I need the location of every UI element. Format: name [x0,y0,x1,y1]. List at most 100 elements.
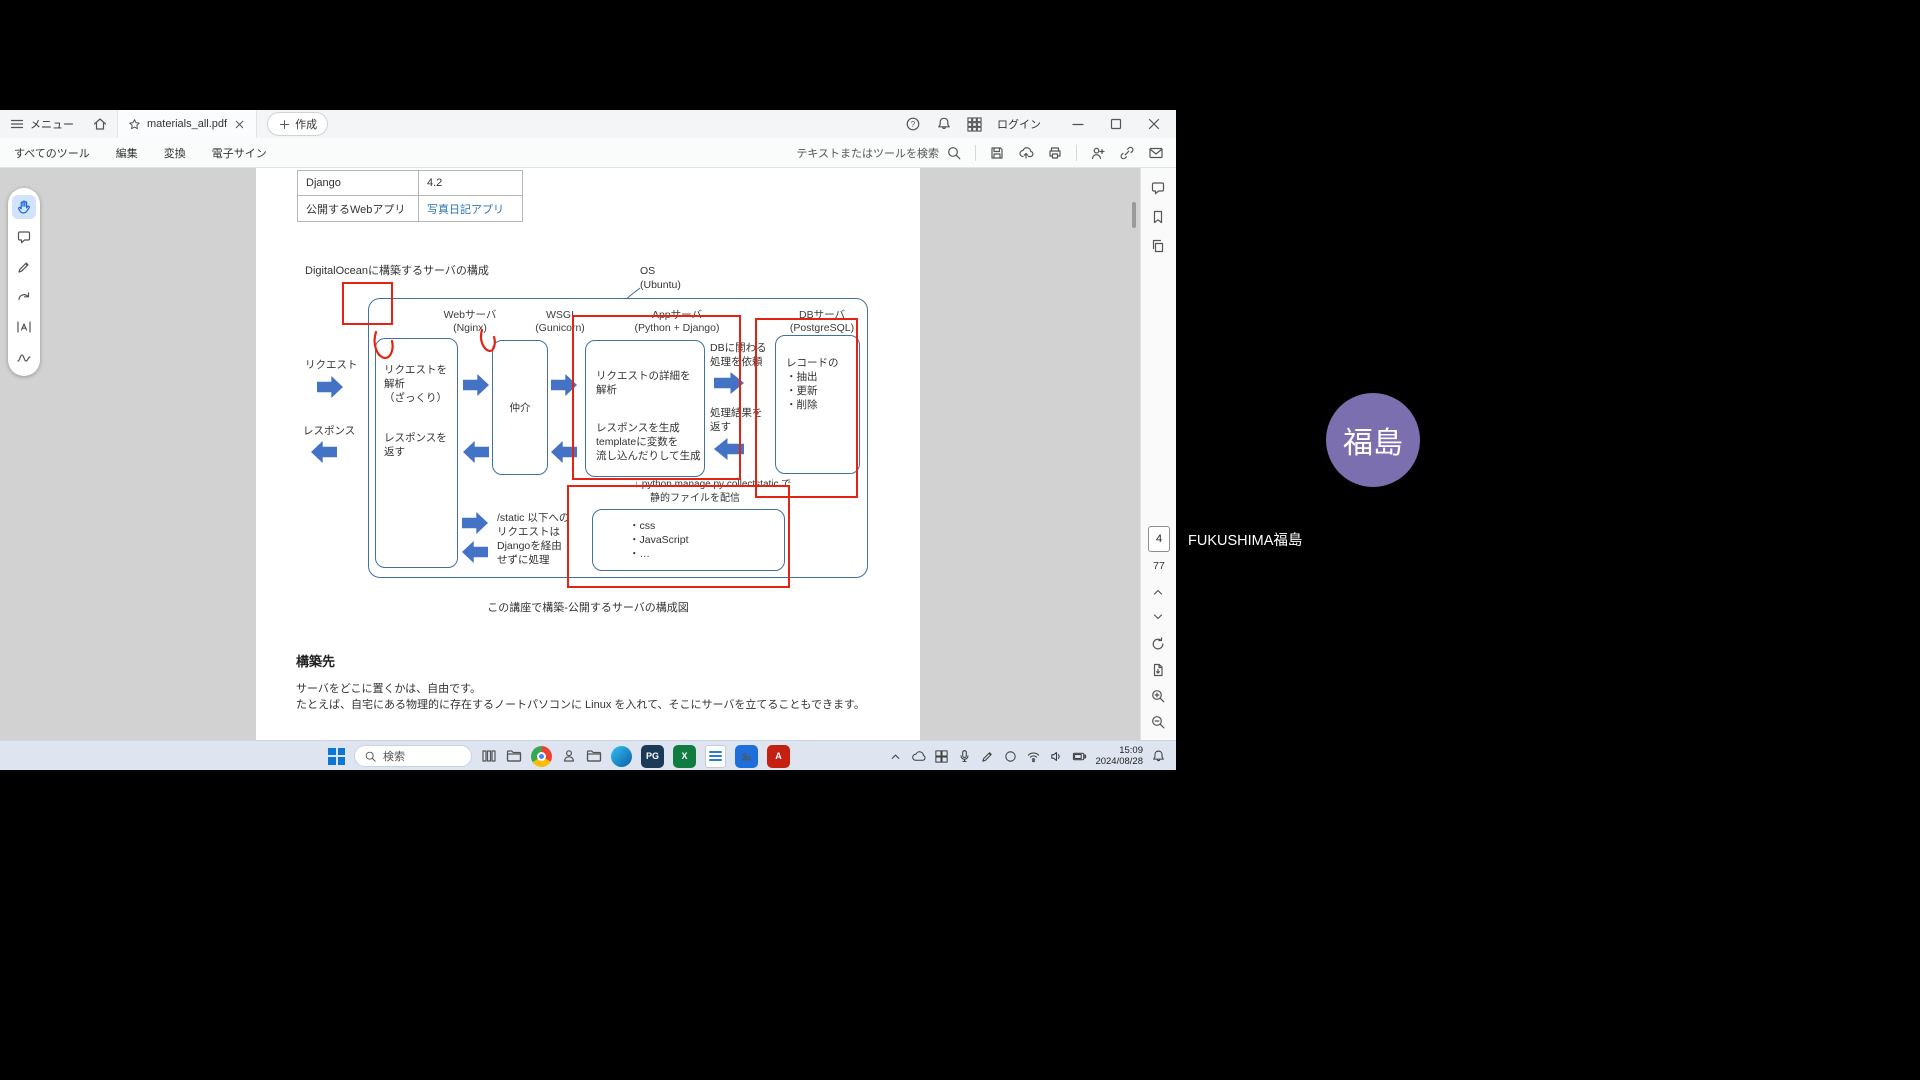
email-icon[interactable] [1148,145,1164,161]
volume-icon[interactable] [1049,749,1064,764]
plus-icon [278,118,291,131]
pgadmin-label: PG [646,751,659,761]
nginx-response-text: レスポンスを 返す [384,431,447,459]
close-window-icon[interactable] [1146,116,1162,132]
body-paragraph: サーバをどこに置くかは、自由です。 [296,680,481,696]
home-icon [92,116,108,132]
comments-panel-icon[interactable] [1150,180,1166,196]
tray-chevron-up-icon[interactable] [888,749,903,764]
table-cell-value: 4.2 [419,177,522,189]
start-button[interactable] [328,748,345,765]
highlight-tool-button[interactable] [12,255,36,279]
print-icon[interactable] [1047,145,1063,161]
windows-taskbar: 検索 PG X A 15:0 [0,740,1176,770]
comment-tool-button[interactable] [12,225,36,249]
zoom-in-icon[interactable] [1150,688,1166,704]
diagram-intro-label: DigitalOceanに構築するサーバの構成 [305,262,489,278]
sign-tool-button[interactable] [12,345,36,369]
toolbar-menus: すべてのツール 編集 変換 電子サイン [0,145,267,161]
next-page-icon[interactable] [1150,609,1166,625]
toolbar-search[interactable]: テキストまたはツールを検索 [796,145,962,161]
red-annotation-rect [755,318,858,498]
taskbar-search-label: 検索 [383,748,405,764]
pen-icon [16,259,32,275]
photo-diary-link[interactable]: 写真日記アプリ [419,201,522,217]
text-select-icon [16,319,32,335]
export-page-icon[interactable] [1150,662,1166,678]
wifi-icon[interactable] [1026,749,1041,764]
red-annotation-rect [567,485,790,588]
text-select-tool-button[interactable] [12,315,36,339]
draw-tool-button[interactable] [12,285,36,309]
link-icon[interactable] [1119,145,1135,161]
minimize-icon[interactable] [1070,116,1086,132]
pen-input-icon[interactable] [980,749,995,764]
status-dot-icon[interactable] [1003,749,1018,764]
notifications-bell-icon[interactable] [936,116,952,132]
microphone-icon[interactable] [957,749,972,764]
menu-button[interactable]: メニュー [0,110,83,138]
acrobat-icon[interactable]: A [767,745,790,768]
menu-esign[interactable]: 電子サイン [212,145,267,161]
add-user-icon[interactable] [1090,145,1106,161]
comment-icon [16,229,32,245]
clock-date: 2024/08/28 [1095,756,1143,767]
apps-grid-icon[interactable] [967,117,982,132]
taskbar-search[interactable]: 検索 [354,745,472,767]
menu-all-tools[interactable]: すべてのツール [14,145,90,161]
divider [1076,145,1077,161]
search-icon [364,750,377,763]
search-icon [946,145,962,161]
page-total-label: 77 [1141,560,1176,572]
notification-center-icon[interactable] [1151,749,1166,764]
battery-icon[interactable] [1072,749,1087,764]
document-app-icon[interactable] [705,745,726,768]
bookmarks-panel-icon[interactable] [1150,209,1166,225]
rotate-refresh-icon[interactable] [1150,636,1166,652]
page-number-input[interactable]: 4 [1148,526,1170,552]
home-button[interactable] [83,110,117,138]
acrobat-titlebar: メニュー materials_all.pdf 作成 ? ログイン [0,110,1176,138]
create-button[interactable]: 作成 [267,112,328,136]
file-explorer-icon[interactable] [506,748,522,764]
task-view-icon[interactable] [481,748,497,764]
spec-table: Django 4.2 公開するWebアプリ 写真日記アプリ [297,170,523,222]
gunicorn-box: 仲介 [492,340,548,475]
divider [975,145,976,161]
tray-grid-icon[interactable] [934,749,949,764]
titlebar-right: ? ログイン [905,116,1176,132]
figure-caption: この講座で構築-公開するサーバの構成図 [256,599,920,615]
save-icon[interactable] [989,145,1005,161]
excel-label: X [681,751,687,761]
zoom-out-icon[interactable] [1150,714,1166,730]
pgadmin-icon[interactable]: PG [641,745,664,768]
menu-convert[interactable]: 変換 [164,145,186,161]
maximize-icon[interactable] [1108,116,1124,132]
excel-icon[interactable]: X [673,745,696,768]
edge-icon[interactable] [611,746,632,767]
star-icon [128,118,141,131]
response-label: レスポンス [303,424,355,438]
help-icon[interactable]: ? [905,116,921,132]
side-panel-rail: 4 77 [1140,168,1176,740]
photos-app-icon[interactable] [735,745,758,768]
weather-cloud-icon[interactable] [911,749,926,764]
people-icon[interactable] [561,748,577,764]
chrome-icon[interactable] [531,746,552,767]
pages-panel-icon[interactable] [1150,238,1166,254]
document-tab[interactable]: materials_all.pdf [117,110,257,138]
red-annotation-rect [572,315,741,480]
tools-rail [8,188,40,376]
cloud-upload-icon[interactable] [1018,145,1034,161]
participant-avatar: 福島 [1326,393,1420,487]
previous-page-icon[interactable] [1150,584,1166,600]
scrollbar-thumb[interactable] [1132,202,1136,228]
hand-tool-button[interactable] [12,195,36,219]
folder-icon[interactable] [586,748,602,764]
menu-edit[interactable]: 編集 [116,145,138,161]
red-check-mark [478,328,500,356]
tab-close-icon[interactable] [233,118,246,131]
login-button[interactable]: ログイン [997,116,1041,132]
taskbar-clock[interactable]: 15:09 2024/08/28 [1095,745,1143,767]
static-route-text: /static 以下への リクエストは Djangoを経由 せずに処理 [497,511,569,567]
